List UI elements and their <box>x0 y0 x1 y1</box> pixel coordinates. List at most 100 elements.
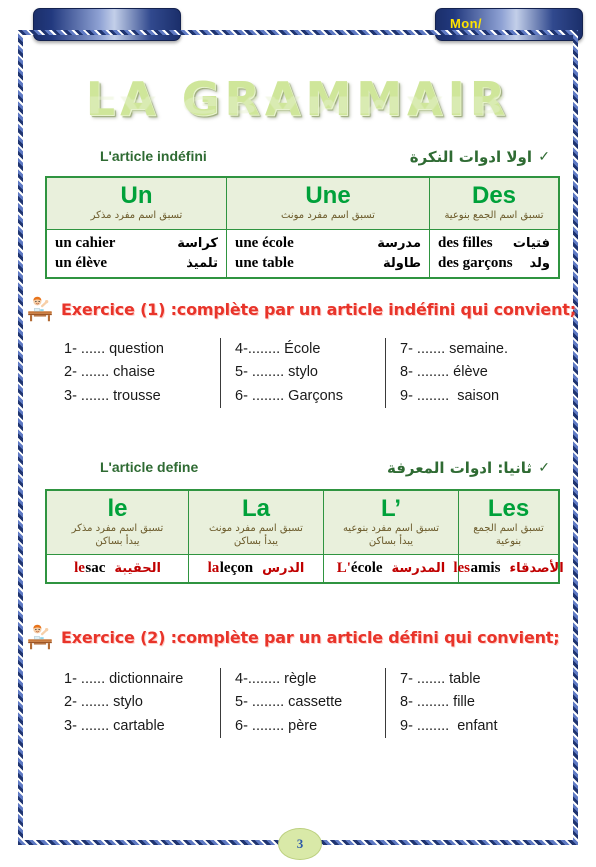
indefinite-column-un: Un تسبق اسم مفرد مذكر <box>45 176 227 230</box>
article-rule-arabic: تسبق اسم مفرد مذكر يبدأ بساكن <box>71 523 164 547</box>
example-arabic: كراسة <box>177 235 218 251</box>
example-arabic: الدرس <box>262 561 305 577</box>
exercise-1-column-2: 4-........ École 5- ........ stylo 6- ..… <box>220 338 385 409</box>
exercise-2-title: Exercice (2) :complète par un article dé… <box>61 627 560 647</box>
example-arabic: الحقيبة <box>114 561 161 577</box>
list-item[interactable]: 7- ....... table <box>400 668 560 691</box>
indefinite-examples-une: une école مدرسة une table طاولة <box>226 228 430 279</box>
exercise-1-column-1: 1- ...... question 2- ....... chaise 3- … <box>60 338 220 408</box>
exercise-2-header: Exercice (2) :complète par un article dé… <box>26 622 560 652</box>
definite-column-les: Les تسبق اسم الجمع بنوعية <box>458 489 560 556</box>
example-french: des filles <box>438 234 493 251</box>
example-noun: sac <box>85 560 106 577</box>
example-arabic: ولد <box>529 255 550 271</box>
definite-example-la: la leçon الدرس <box>188 554 324 584</box>
article-rule-arabic: تسبق اسم مفرد مونث <box>281 210 375 222</box>
table-row-headers: le تسبق اسم مفرد مذكر يبدأ بساكن La تسبق… <box>45 489 560 556</box>
article-label: Une <box>305 182 351 209</box>
exercise-1-answers[interactable]: 1- ...... question 2- ....... chaise 3- … <box>60 338 560 409</box>
table-row-examples: le sac الحقيبة la leçon الدرس L'école ال… <box>45 554 564 584</box>
list-item[interactable]: 1- ...... question <box>64 338 220 361</box>
definite-column-la: La تسبق اسم مفرد مونث يبدأ بساكن <box>188 489 324 556</box>
example-french: des garçons <box>438 254 513 271</box>
list-item[interactable]: 4-........ École <box>235 338 385 361</box>
check-icon: ✓ <box>538 148 550 164</box>
example-article: le <box>74 560 85 577</box>
example-arabic: مدرسة <box>377 235 421 251</box>
example-arabic: المدرسة <box>391 561 446 577</box>
list-item[interactable]: 9- ........ saison <box>400 385 560 408</box>
example-line: une table طاولة <box>235 253 421 273</box>
example-arabic: طاولة <box>383 255 421 271</box>
example-article: la <box>207 560 220 577</box>
article-label: Un <box>120 182 153 209</box>
exercise-1-header: Exercice (1) :complète par un article in… <box>26 294 576 324</box>
list-item[interactable]: 2- ....... chaise <box>64 361 220 384</box>
page-number-badge: 3 <box>278 828 322 860</box>
banner-left <box>33 8 181 41</box>
definite-articles-table: le تسبق اسم مفرد مذكر يبدأ بساكن La تسبق… <box>45 489 564 585</box>
example-line: L'école المدرسة <box>330 559 452 577</box>
list-item[interactable]: 3- ....... cartable <box>64 715 220 738</box>
example-french: L'école <box>337 559 383 577</box>
example-article: les <box>453 560 470 577</box>
article-label: L’ <box>380 495 401 522</box>
article-rule-arabic: تسبق اسم مفرد بنوعيه يبدأ بساكن <box>342 523 440 547</box>
example-noun: amis <box>470 560 501 577</box>
example-arabic: الأصدقاء <box>509 561 564 577</box>
student-at-desk-icon <box>28 296 52 322</box>
example-arabic: تلميذ <box>186 255 218 271</box>
list-item[interactable]: 7- ....... semaine. <box>400 338 560 361</box>
list-item[interactable]: 5- ........ stylo <box>235 361 385 384</box>
example-french: un élève <box>55 254 108 271</box>
example-line: les amis الأصدقاء <box>453 559 563 577</box>
example-article: L' <box>336 560 351 577</box>
indefinite-column-une: Une تسبق اسم مفرد مونث <box>226 176 430 230</box>
definite-example-lapostrophe: L'école المدرسة <box>323 554 459 584</box>
banner-right-label: Mon/ <box>450 16 482 31</box>
list-item[interactable]: 6- ........ Garçons <box>235 385 385 408</box>
exercise-2-column-2: 4-........ règle 5- ........ cassette 6-… <box>220 668 385 739</box>
list-item[interactable]: 8- ........ élève <box>400 361 560 384</box>
article-rule-arabic: تسبق اسم الجمع بنوعية <box>444 210 544 222</box>
definite-column-lapostrophe: L’ تسبق اسم مفرد بنوعيه يبدأ بساكن <box>323 489 459 556</box>
example-line: une école مدرسة <box>235 233 421 253</box>
example-line: la leçon الدرس <box>195 559 317 577</box>
example-line: un élève تلميذ <box>55 253 218 273</box>
section-1-arabic-heading: اولا ادوات النكرة <box>409 148 532 166</box>
exercise-2-answers[interactable]: 1- ...... dictionnaire 2- ....... stylo … <box>60 668 560 739</box>
example-french: une école <box>235 234 294 251</box>
exercise-2-column-3: 7- ....... table 8- ........ fille 9- ..… <box>385 668 560 739</box>
section-heading-definite: L'article define ثانيا: ادوات المعرفة ✓ <box>42 459 572 481</box>
definite-example-les: les amis الأصدقاء <box>453 554 564 584</box>
example-french: les amis <box>453 559 500 577</box>
example-line: un cahier كراسة <box>55 233 218 253</box>
list-item[interactable]: 5- ........ cassette <box>235 691 385 714</box>
table-row-examples: un cahier كراسة un élève تلميذ une école… <box>45 228 560 279</box>
example-french: un cahier <box>55 234 116 251</box>
example-french: le sac <box>74 559 105 577</box>
exercise-2-column-1: 1- ...... dictionnaire 2- ....... stylo … <box>60 668 220 738</box>
list-item[interactable]: 6- ........ père <box>235 715 385 738</box>
list-item[interactable]: 3- ....... trousse <box>64 385 220 408</box>
list-item[interactable]: 4-........ règle <box>235 668 385 691</box>
list-item[interactable]: 1- ...... dictionnaire <box>64 668 220 691</box>
example-line: des garçons ولد <box>438 253 550 273</box>
example-french: une table <box>235 254 294 271</box>
list-item[interactable]: 2- ....... stylo <box>64 691 220 714</box>
list-item[interactable]: 8- ........ fille <box>400 691 560 714</box>
article-label: Les <box>487 495 530 522</box>
check-icon: ✓ <box>538 459 550 475</box>
example-noun: leçon <box>219 560 254 577</box>
example-line: des filles فتيات <box>438 233 550 253</box>
indefinite-examples-des: des filles فتيات des garçons ولد <box>429 228 560 279</box>
definite-example-le: le sac الحقيبة <box>45 554 189 584</box>
exercise-1-column-3: 7- ....... semaine. 8- ........ élève 9-… <box>385 338 560 409</box>
section-2-french-heading: L'article define <box>100 459 199 475</box>
section-heading-indefinite: L'article indéfini اولا ادوات النكرة ✓ <box>42 148 572 170</box>
page-title-reflection: LA GRAMMAIR <box>85 91 511 118</box>
list-item[interactable]: 9- ........ enfant <box>400 715 560 738</box>
article-rule-arabic: تسبق اسم مفرد مونث يبدأ بساكن <box>209 523 303 547</box>
indefinite-column-des: Des تسبق اسم الجمع بنوعية <box>429 176 560 230</box>
page-number: 3 <box>296 836 304 851</box>
